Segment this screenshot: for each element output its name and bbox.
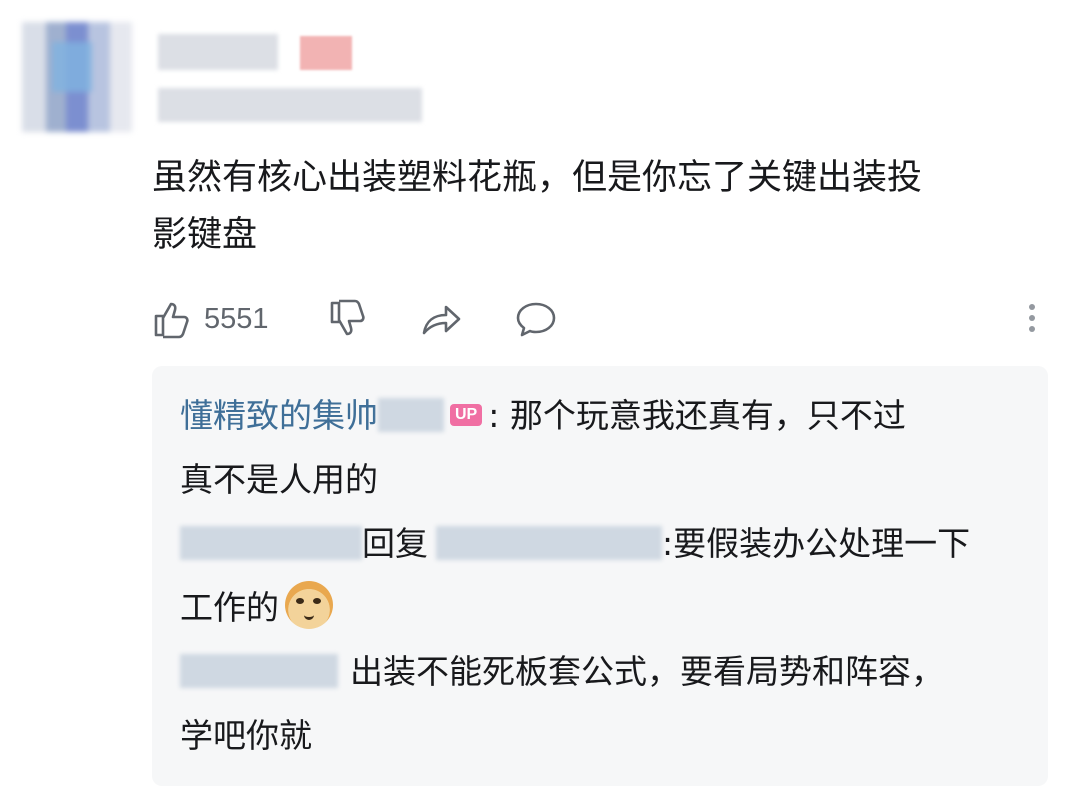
comment-body: 虽然有核心出装塑料花瓶，但是你忘了关键出装投 影键盘	[152, 150, 1032, 264]
reply-button[interactable]	[514, 294, 558, 344]
up-badge: UP	[450, 403, 483, 426]
meta-info-blurred	[158, 88, 422, 122]
share-button[interactable]	[420, 294, 462, 344]
reply-2-cont: 工作的	[180, 576, 1030, 640]
username-suffix-blurred	[378, 397, 444, 432]
reply-2: 回复 :要假装办公处理一下	[180, 512, 1030, 576]
thumb-up-icon	[154, 302, 189, 339]
comment-line-2: 影键盘	[152, 215, 258, 255]
reply-1: 懂精致的集帅 UP: 那个玩意我还真有，只不过	[180, 384, 1030, 448]
reply-text: 工作的	[180, 588, 279, 627]
avatar[interactable]	[22, 22, 132, 132]
reply-text: 真不是人用的	[180, 460, 378, 499]
share-icon	[422, 305, 461, 335]
reply-text: 出装不能死板套公式，要看局势和阵容，	[350, 652, 944, 691]
reply-username-blurred[interactable]	[180, 525, 362, 560]
reply-username-blurred[interactable]	[180, 653, 338, 688]
reply-text: : 那个玩意我还真有，只不过	[488, 396, 906, 435]
reply-username[interactable]: 懂精致的集帅	[180, 396, 378, 435]
thumb-down-icon	[330, 299, 365, 336]
reply-icon	[516, 302, 556, 337]
reply-text: :要假装办公处理一下	[662, 524, 971, 563]
reply-3: 出装不能死板套公式，要看局势和阵容，	[180, 640, 1030, 704]
dislike-button[interactable]	[328, 294, 368, 344]
like-button[interactable]: 5551	[152, 294, 269, 344]
reply-1-cont: 真不是人用的	[180, 448, 1030, 512]
replies-panel: 懂精致的集帅 UP: 那个玩意我还真有，只不过 真不是人用的 回复 :要假装办公处理…	[152, 366, 1048, 786]
reply-target-blurred[interactable]	[436, 525, 662, 560]
like-count: 5551	[204, 302, 269, 335]
comment-actions: 5551	[152, 294, 1042, 344]
username-blurred[interactable]	[158, 34, 278, 70]
comment-line-1: 虽然有核心出装塑料花瓶，但是你忘了关键出装投	[152, 158, 923, 198]
reply-word: 回复	[362, 524, 428, 563]
level-badge-blurred	[300, 36, 352, 70]
more-icon[interactable]	[1022, 300, 1042, 340]
reply-text: 学吧你就	[180, 716, 312, 755]
doge-emoji-icon	[285, 580, 333, 629]
reply-3-cont: 学吧你就	[180, 704, 1030, 768]
